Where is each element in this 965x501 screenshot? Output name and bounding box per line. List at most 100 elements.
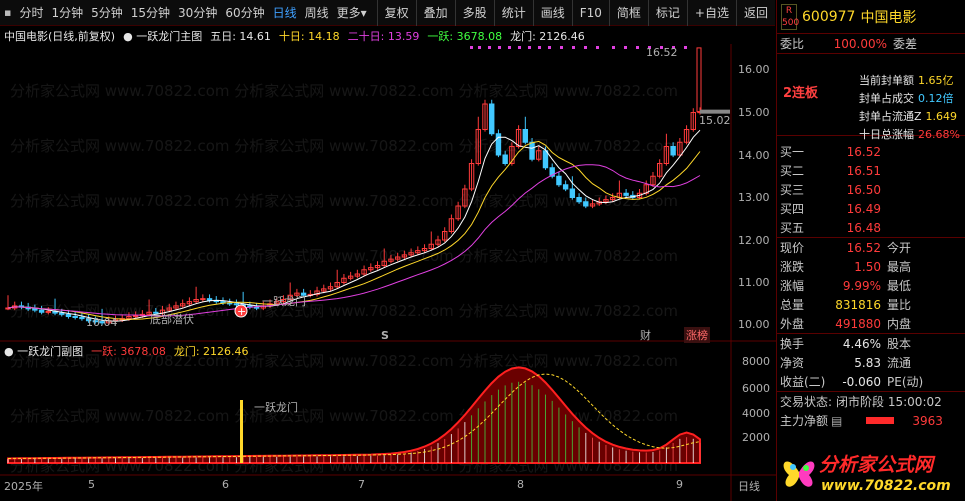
settings-dot-icon: ● xyxy=(4,345,18,358)
candle-body xyxy=(38,309,45,313)
stat-label: 外盘 xyxy=(780,317,805,331)
signal-dot xyxy=(518,46,521,49)
seal-order-block: 2连板 当前封单额 1.65亿 封单占成交 0.12倍 封单占流通Z 1.649 十日… xyxy=(777,54,965,141)
menu-icon[interactable]: ▪ xyxy=(0,6,15,19)
toolbar-right-group: 复权 叠加 多股 统计 画线 F10 简框 标记 +自选 返回 xyxy=(376,0,775,26)
rating-badge: R 500 xyxy=(781,3,799,30)
stat-row: 现价 16.52 今开 xyxy=(777,238,965,257)
candle-body xyxy=(489,103,495,135)
stat-label: 收益(二) xyxy=(780,375,826,389)
multi-stock-button[interactable]: 多股 xyxy=(454,0,494,26)
ma20-readout: 二十日: 13.59 xyxy=(348,28,420,44)
period-label: (日线,前复权) xyxy=(48,30,116,43)
tab-15min[interactable]: 15分钟 xyxy=(127,0,174,26)
tab-5min[interactable]: 5分钟 xyxy=(87,0,127,26)
list-icon[interactable]: ▤ xyxy=(831,414,842,428)
settings-dot-icon: ● xyxy=(123,30,137,43)
sub-indicator-series xyxy=(7,366,701,464)
sub-indicator-name[interactable]: ● 一跃龙门副图 xyxy=(4,343,83,358)
stat-value: 1.50 xyxy=(854,259,881,274)
draw-line-button[interactable]: 画线 xyxy=(532,0,572,26)
tab-30min[interactable]: 30分钟 xyxy=(174,0,221,26)
longmen-readout: 龙门: 2126.46 xyxy=(510,28,585,44)
sub-yiyue-readout: 一跃: 3678.08 xyxy=(91,343,166,358)
sub-indicator-label: 一跃龙门副图 xyxy=(17,345,84,358)
trade-status-row: 交易状态: 闭市阶段 15:00:02 xyxy=(777,392,965,411)
y-tick-13: 13.00 xyxy=(738,191,770,204)
f10-button[interactable]: F10 xyxy=(571,0,609,26)
mark-button[interactable]: 标记 xyxy=(647,0,687,26)
seal-row: 当前封单额 1.65亿 xyxy=(859,72,954,88)
limit-up-list-marker[interactable]: 涨榜 xyxy=(684,327,710,343)
bid-row[interactable]: 买五 16.48 xyxy=(777,218,965,237)
bid-price: 16.50 xyxy=(846,182,881,197)
stat-row: 收益(二) -0.060 PE(动) xyxy=(777,372,965,391)
yiyue-longmen-bar xyxy=(240,400,243,463)
bid-price: 16.48 xyxy=(846,220,881,235)
overlay-button[interactable]: 叠加 xyxy=(415,0,455,26)
longmen-label: 龙门: xyxy=(510,30,536,43)
period-toolbar: ▪ 分时 1分钟 5分钟 15分钟 30分钟 60分钟 日线 周线 更多▾ 复权… xyxy=(0,0,775,26)
bid-row[interactable]: 买四 16.49 xyxy=(777,199,965,218)
tab-1min[interactable]: 1分钟 xyxy=(47,0,87,26)
signal-dot xyxy=(596,46,599,49)
stats-button[interactable]: 统计 xyxy=(493,0,533,26)
bid-row[interactable]: 买二 16.51 xyxy=(777,161,965,180)
kline-chart[interactable]: + xyxy=(0,44,776,501)
x-tick-7: 7 xyxy=(358,478,365,491)
tab-more[interactable]: 更多▾ xyxy=(333,0,371,26)
simple-frame-button[interactable]: 简框 xyxy=(608,0,648,26)
candle-body xyxy=(132,315,139,318)
candle-body xyxy=(569,188,576,198)
signal-dot xyxy=(636,46,639,49)
candle-body xyxy=(200,298,206,301)
tab-weekly[interactable]: 周线 xyxy=(301,0,333,26)
tab-fenshi[interactable]: 分时 xyxy=(15,0,47,26)
ma5-label: 五日: xyxy=(210,30,236,43)
logo-url: www.70822.com xyxy=(821,478,951,494)
stat-value: 5.83 xyxy=(854,355,881,370)
quote-panel: R 500 600977 中国电影 委比 100.00% 委差 2连板 当前封单额… xyxy=(776,0,965,501)
s-signal-marker: S xyxy=(381,329,389,342)
y-tick-16: 16.00 xyxy=(738,63,770,76)
chevron-down-icon: ▾ xyxy=(360,5,367,20)
stat-label: 涨跌 xyxy=(780,260,805,274)
seal-value: 1.65亿 xyxy=(918,74,954,87)
butterfly-icon xyxy=(783,461,815,487)
stat-row: 换手 4.46% 股本 xyxy=(777,334,965,353)
financial-report-marker[interactable]: 财 xyxy=(640,327,651,343)
signal-dot xyxy=(470,46,473,49)
indicator-label: 一跃龙门主图 xyxy=(136,30,203,43)
back-button[interactable]: 返回 xyxy=(735,0,775,26)
add-watchlist-button[interactable]: +自选 xyxy=(686,0,736,26)
tab-daily[interactable]: 日线 xyxy=(269,0,301,26)
stat-label: 净资 xyxy=(780,356,805,370)
candle-body xyxy=(32,308,38,311)
seal-label: 当前封单额 xyxy=(859,74,914,87)
stock-name: 中国电影 xyxy=(4,30,48,43)
low-price-label: 10.04 xyxy=(86,316,118,329)
candle-body xyxy=(529,141,535,160)
indicator-name[interactable]: ● 一跃龙门主图 xyxy=(123,28,202,44)
stat-value: -0.060 xyxy=(842,374,881,389)
stat-row: 涨跌 1.50 最高 xyxy=(777,257,965,276)
bid-row[interactable]: 买三 16.50 xyxy=(777,180,965,199)
x-tick-9: 9 xyxy=(676,478,683,491)
ma20-value: 13.59 xyxy=(387,30,420,43)
tab-60min[interactable]: 60分钟 xyxy=(221,0,268,26)
candle-body xyxy=(562,184,569,190)
candle-body xyxy=(59,312,65,315)
bid-row[interactable]: 买一 16.52 xyxy=(777,142,965,161)
buy-signal-plus: + xyxy=(237,305,246,318)
seal-value: 0.12倍 xyxy=(918,92,954,105)
sub-yiyue-label: 一跃: xyxy=(91,345,117,358)
ma20-label: 二十日: xyxy=(347,30,385,43)
seal-row: 封单占流通Z 1.649 xyxy=(859,108,957,124)
sub-tick-8000: 8000 xyxy=(742,355,770,368)
main-net-bar xyxy=(866,417,895,424)
last-price-label: 15.02 xyxy=(699,114,731,127)
seal-label: 十日总涨幅 xyxy=(859,128,914,141)
fuquan-button[interactable]: 复权 xyxy=(376,0,416,26)
y-tick-14: 14.00 xyxy=(738,149,770,162)
high-price-label: 16.52 xyxy=(646,46,678,59)
